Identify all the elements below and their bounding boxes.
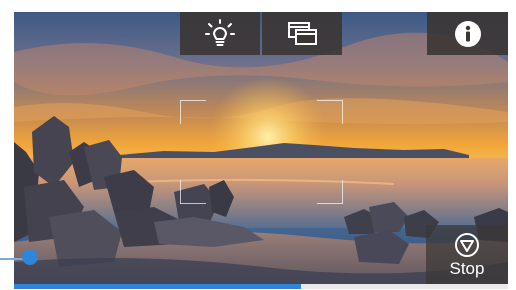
- info-icon: [454, 20, 481, 47]
- focus-frame: [180, 100, 343, 204]
- info-button[interactable]: [427, 12, 508, 55]
- windows-toggle-button[interactable]: [262, 12, 342, 55]
- progress-fill: [14, 284, 301, 289]
- lightbulb-icon: [205, 18, 235, 46]
- slider-handle[interactable]: [22, 249, 38, 265]
- stop-button[interactable]: Stop: [426, 225, 508, 286]
- camera-viewport: Stop: [14, 12, 508, 286]
- light-toggle-button[interactable]: [180, 12, 260, 55]
- overlapping-windows-icon: [288, 21, 317, 45]
- stop-triangle-icon: [455, 233, 479, 257]
- progress-bar: [14, 284, 508, 289]
- stop-label: Stop: [449, 259, 485, 278]
